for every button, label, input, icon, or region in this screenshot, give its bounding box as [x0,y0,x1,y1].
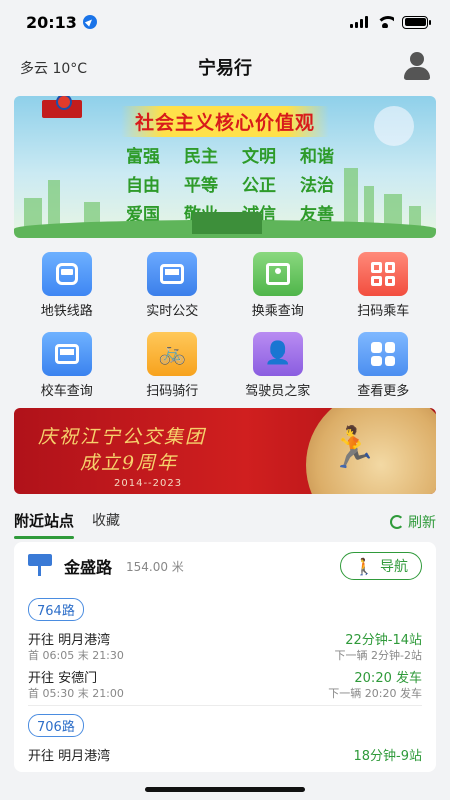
bus-icon [147,252,198,296]
station-name: 金盛路 [64,558,113,577]
func-label: 校车查询 [40,384,93,399]
app-title: 宁易行 [198,58,252,79]
direction-row[interactable]: 开往 明月港湾 18分钟-9站 [28,743,422,772]
status-time: 20:13 [26,13,97,32]
func-label: 扫码骑行 [146,384,199,399]
route-badge[interactable]: 706路 [28,714,84,737]
weather-text: 多云 10°C [20,61,88,77]
anniversary-title: 庆祝江宁公交集团 [38,426,207,448]
app-header: 多云 10°C 宁易行 [0,44,450,90]
func-scan-ride[interactable]: 扫码乘车 [331,252,437,322]
navigate-button[interactable]: 🚶 导航 [340,552,422,580]
bike-icon: 🚲 [147,332,198,376]
refresh-icon [390,515,404,529]
walking-icon: 🚶 [354,556,374,576]
func-metro-lines[interactable]: 地铁线路 [14,252,120,322]
direction-eta: 22分钟-14站 [345,633,422,648]
bus-stop-icon [28,554,52,576]
station-tabs: 附近站点 收藏 刷新 [0,500,450,540]
func-label: 换乘查询 [251,304,304,319]
value-word: 自由 [126,176,160,196]
wifi-icon [376,16,394,28]
qr-code-icon [358,252,409,296]
direction-destination: 开往 明月港湾 [28,749,111,764]
func-school-bus[interactable]: 校车查询 [14,332,120,402]
direction-destination: 开往 明月港湾 [28,633,111,648]
metro-icon [41,252,92,296]
direction-row[interactable]: 开往 安德门 首 05:30 末 21:00 20:20 发车 下一辆 20:2… [28,665,422,703]
route-block: 706路 开往 明月港湾 18分钟-9站 [14,708,436,772]
func-view-more[interactable]: 查看更多 [331,332,437,402]
value-word: 平等 [184,176,218,196]
function-grid: 地铁线路 实时公交 换乘查询 扫码乘车 校车查询 🚲 扫码骑行 👤 驾驶员之家 … [14,252,436,402]
anniversary-years: 2014--2023 [114,478,183,489]
core-values-banner[interactable]: 社会主义核心价值观 富强 民主 文明 和谐 自由 平等 公正 法治 爱国 敬业 … [14,96,436,238]
signal-icon [350,16,368,28]
route-divider [28,705,422,706]
route-block: 764路 开往 明月港湾 首 06:05 末 21:30 22分钟-14站 下一… [14,592,436,706]
location-icon [82,15,97,29]
tab-nearby-stations[interactable]: 附近站点 [14,504,75,539]
value-word: 民主 [184,147,218,167]
direction-times: 首 06:05 末 21:30 [28,649,124,662]
direction-eta: 18分钟-9站 [353,749,422,764]
station-card: 金盛路 154.00 米 🚶 导航 764路 开往 明月港湾 首 06:05 末… [14,542,436,772]
direction-times: 首 05:30 末 21:00 [28,687,124,700]
direction-next-bus: 下一辆 20:20 发车 [328,687,422,700]
direction-destination: 开往 安德门 [28,671,98,686]
func-label: 查看更多 [357,384,410,399]
direction-row[interactable]: 开往 明月港湾 首 06:05 末 21:30 22分钟-14站 下一辆 2分钟… [28,627,422,665]
runner-decoration: 🏃 [328,425,378,471]
station-distance: 154.00 米 [126,560,184,574]
clock-text: 20:13 [26,12,77,32]
value-word: 富强 [126,147,160,167]
gate-decoration [192,212,262,234]
value-word: 公正 [242,176,276,196]
tab-favorites[interactable]: 收藏 [92,504,120,536]
func-driver-home[interactable]: 👤 驾驶员之家 [225,332,331,402]
func-label: 扫码乘车 [357,304,410,319]
station-header: 金盛路 154.00 米 🚶 导航 [14,542,436,592]
refresh-label: 刷新 [408,515,436,531]
status-bar: 20:13 [0,0,450,44]
grid-icon [358,332,409,376]
route-badge[interactable]: 764路 [28,598,84,621]
home-indicator [145,787,305,792]
direction-next-bus: 下一辆 2分钟-2站 [334,649,422,662]
anniversary-banner[interactable]: 🏃 庆祝江宁公交集团 成立9周年 2014--2023 [14,408,436,494]
value-word: 文明 [242,147,276,167]
refresh-button[interactable]: 刷新 [390,512,436,532]
func-transfer-query[interactable]: 换乘查询 [225,252,331,322]
user-profile-icon[interactable] [402,52,432,80]
func-realtime-bus[interactable]: 实时公交 [120,252,226,322]
driver-icon: 👤 [252,332,303,376]
anniversary-subtitle: 成立9周年 [80,452,179,474]
school-bus-icon [41,332,92,376]
func-label: 地铁线路 [40,304,93,319]
direction-eta: 20:20 发车 [354,671,422,686]
map-icon [252,252,303,296]
battery-icon [402,15,431,29]
func-scan-bike[interactable]: 🚲 扫码骑行 [120,332,226,402]
status-indicators [350,15,431,29]
value-word: 法治 [300,176,334,196]
func-label: 驾驶员之家 [245,384,311,399]
banner-heading: 社会主义核心价值观 [14,106,436,137]
func-label: 实时公交 [146,304,199,319]
navigate-label: 导航 [379,559,408,575]
value-word: 和谐 [300,147,334,167]
